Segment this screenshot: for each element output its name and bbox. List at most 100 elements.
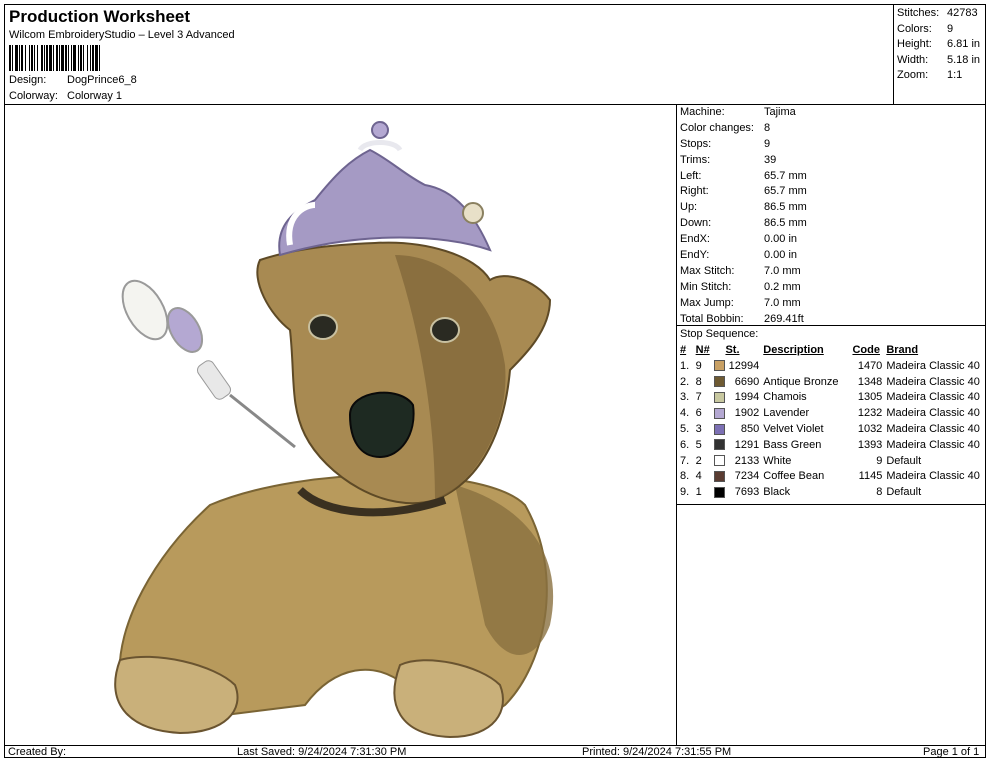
stitch-count: 1291 bbox=[734, 438, 760, 451]
thread-brand: Madeira Classic 40 bbox=[886, 438, 980, 451]
stop-index: 2. bbox=[680, 375, 690, 388]
stat-row: Up: 86.5 mm bbox=[677, 200, 986, 216]
color-description: Bass Green bbox=[763, 438, 822, 451]
color-swatch-box bbox=[713, 486, 725, 498]
summary-row: Height: 6.81 in bbox=[897, 37, 986, 53]
worksheet-footer: Created By: Last Saved: 9/24/2024 7:31:3… bbox=[5, 745, 986, 759]
software-subtitle: Wilcom EmbroideryStudio – Level 3 Advanc… bbox=[9, 29, 235, 41]
stat-label: Up: bbox=[680, 201, 698, 214]
color-swatch bbox=[712, 484, 726, 500]
stat-row: Max Jump: 7.0 mm bbox=[677, 296, 986, 312]
stat-value: 0.00 in bbox=[764, 233, 798, 246]
stat-row: Left: 65.7 mm bbox=[677, 169, 986, 185]
color-swatch-box bbox=[713, 407, 725, 419]
thread-code: 1232 bbox=[857, 407, 883, 420]
colorway-row: Colorway: Colorway 1 bbox=[9, 90, 122, 102]
page-title: Production Worksheet bbox=[9, 7, 191, 26]
thread-brand: Default bbox=[886, 454, 922, 467]
stitch-count: 7693 bbox=[734, 486, 760, 499]
summary-value: 6.81 in bbox=[947, 38, 981, 50]
summary-value: 42783 bbox=[947, 7, 978, 19]
col-header-code: Code bbox=[852, 344, 880, 356]
stop-index: 5. bbox=[680, 423, 690, 436]
summary-value: 1:1 bbox=[947, 69, 963, 81]
stat-label: Left: bbox=[680, 169, 702, 182]
stitch-count: 850 bbox=[740, 423, 760, 436]
summary-label: Colors: bbox=[897, 22, 932, 35]
design-label: Design: bbox=[9, 74, 47, 86]
stat-row: Down: 86.5 mm bbox=[677, 216, 986, 232]
table-row: 4. 6 1902 Lavender 1232 Madeira Classic 40 bbox=[680, 405, 986, 421]
stat-value: 65.7 mm bbox=[764, 185, 807, 198]
color-swatch bbox=[712, 453, 726, 469]
thread-code: 1348 bbox=[857, 375, 883, 388]
stop-sequence-title: Stop Sequence: bbox=[680, 328, 759, 340]
stop-index: 6. bbox=[680, 438, 690, 451]
needle-number: 8 bbox=[695, 375, 702, 388]
stat-label: Machine: bbox=[680, 106, 725, 118]
stat-label: EndY: bbox=[680, 249, 710, 262]
thread-code: 8 bbox=[876, 486, 883, 499]
stat-value: Tajima bbox=[764, 106, 796, 118]
stitch-count: 6690 bbox=[734, 375, 760, 388]
col-header-index: # bbox=[680, 344, 687, 356]
summary-label: Zoom: bbox=[897, 69, 929, 81]
stat-value: 9 bbox=[764, 137, 771, 150]
table-row: 6. 5 1291 Bass Green 1393 Madeira Classic 40 bbox=[680, 437, 986, 453]
design-preview bbox=[5, 105, 677, 745]
thread-code: 1470 bbox=[857, 359, 883, 372]
stat-label: Color changes: bbox=[680, 121, 754, 134]
needle-number: 3 bbox=[695, 423, 702, 436]
col-header-swatch bbox=[712, 342, 726, 358]
stat-value: 269.41ft bbox=[764, 312, 804, 325]
stat-label: EndX: bbox=[680, 233, 710, 246]
stat-row: Color changes: 8 bbox=[677, 121, 986, 137]
needle-number: 4 bbox=[695, 470, 702, 483]
color-description: Chamois bbox=[763, 391, 807, 404]
stat-value: 0.2 mm bbox=[764, 280, 801, 293]
stat-row: Trims: 39 bbox=[677, 153, 986, 169]
summary-row: Zoom: 1:1 bbox=[897, 68, 986, 84]
color-description: Velvet Violet bbox=[763, 423, 824, 436]
color-swatch-box bbox=[713, 471, 725, 483]
machine-stats: Machine: Tajima Color changes: 8 Stops: 9 T… bbox=[677, 105, 986, 327]
stat-label: Trims: bbox=[680, 153, 711, 166]
last-saved: Last Saved: 9/24/2024 7:31:30 PM bbox=[237, 746, 407, 758]
stat-value: 8 bbox=[764, 121, 771, 134]
stop-sequence: Stop Sequence: # N# St. Description Code… bbox=[677, 325, 986, 505]
table-row: 2. 8 6690 Antique Bronze 1348 Madeira Classic… bbox=[680, 374, 986, 390]
stitch-count: 7234 bbox=[734, 470, 760, 483]
summary-row: Colors: 9 bbox=[897, 22, 986, 38]
table-row: 7. 2 2133 White 9 Default bbox=[680, 453, 986, 469]
color-swatch bbox=[712, 421, 726, 437]
stat-row: Stops: 9 bbox=[677, 137, 986, 153]
stop-sequence-table: # N# St. Description Code Brand 1. 9 12994… bbox=[680, 342, 986, 500]
design-row: Design: DogPrince6_8 bbox=[9, 74, 137, 86]
stitch-count: 12994 bbox=[728, 359, 760, 372]
table-row: 5. 3 850 Velvet Violet 1032 Madeira Classic 4… bbox=[680, 421, 986, 437]
stat-value: 86.5 mm bbox=[764, 217, 807, 230]
color-swatch-box bbox=[713, 360, 725, 372]
barcode bbox=[9, 45, 185, 71]
color-swatch-box bbox=[713, 376, 725, 388]
thread-code: 1305 bbox=[857, 391, 883, 404]
stat-row: Max Stitch: 7.0 mm bbox=[677, 264, 986, 280]
color-swatch-box bbox=[713, 439, 725, 451]
stat-value: 65.7 mm bbox=[764, 169, 807, 182]
printed-date: Printed: 9/24/2024 7:31:55 PM bbox=[582, 746, 732, 758]
thread-brand: Madeira Classic 40 bbox=[886, 423, 980, 436]
thread-brand: Madeira Classic 40 bbox=[886, 359, 980, 372]
stat-row: EndY: 0.00 in bbox=[677, 248, 986, 264]
table-row: 1. 9 12994 1470 Madeira Classic 40 bbox=[680, 358, 986, 374]
stat-row: Machine: Tajima bbox=[677, 105, 986, 121]
thread-code: 1393 bbox=[857, 438, 883, 451]
color-swatch bbox=[712, 358, 726, 374]
needle-number: 5 bbox=[695, 438, 702, 451]
table-row: 3. 7 1994 Chamois 1305 Madeira Classic 40 bbox=[680, 390, 986, 406]
color-swatch bbox=[712, 469, 726, 485]
barcode-bar bbox=[100, 45, 102, 71]
worksheet: Production Worksheet Wilcom EmbroiderySt… bbox=[4, 4, 986, 758]
color-description: Lavender bbox=[763, 407, 810, 420]
summary-panel: Stitches: 42783 Colors: 9 Height: 6.81 in W… bbox=[894, 5, 986, 105]
thread-brand: Madeira Classic 40 bbox=[886, 470, 980, 483]
